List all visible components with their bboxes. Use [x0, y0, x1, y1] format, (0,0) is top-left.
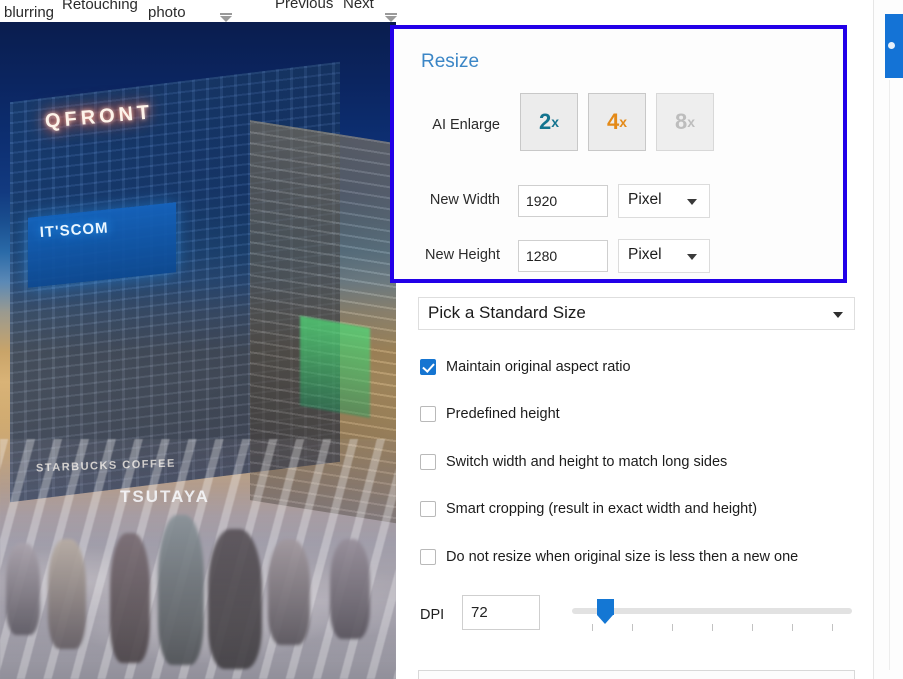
image-resize-app: blurring Retouching photo Previous Next …	[0, 0, 903, 679]
ai-enlarge-4x-button[interactable]: 4x	[588, 93, 646, 151]
checkbox-maintain-aspect-ratio[interactable]: Maintain original aspect ratio	[420, 357, 631, 377]
checkbox-icon[interactable]	[420, 406, 436, 422]
dpi-slider-thumb-tip	[597, 615, 613, 624]
checkbox-do-not-resize-smaller[interactable]: Do not resize when original size is less…	[420, 547, 798, 567]
new-height-unit-value: Pixel	[628, 246, 662, 264]
ai-enlarge-8x-number: 8	[675, 111, 687, 133]
new-height-label: New Height	[394, 247, 500, 263]
ai-enlarge-8x-suffix: x	[687, 115, 695, 129]
checkbox-label: Switch width and height to match long si…	[446, 454, 727, 470]
dpi-slider-ticks	[572, 624, 852, 634]
dpi-input[interactable]	[462, 595, 540, 630]
page-scrollbar[interactable]	[889, 80, 890, 670]
checkbox-label: Smart cropping (result in exact width an…	[446, 501, 757, 517]
resize-settings-panel: Resize AI Enlarge 2x 4x 8x New Width Pix…	[396, 22, 873, 679]
checkbox-smart-cropping[interactable]: Smart cropping (result in exact width an…	[420, 499, 757, 519]
preview-photo: QFRONT IT'SCOM STARBUCKS COFFEE TSUTAYA	[0, 22, 396, 679]
ai-enlarge-2x-suffix: x	[551, 115, 559, 129]
right-rail	[873, 0, 903, 679]
checkbox-label: Do not resize when original size is less…	[446, 549, 798, 565]
dpi-slider-tick	[632, 624, 633, 631]
new-height-input[interactable]	[518, 240, 608, 272]
ai-enlarge-4x-suffix: x	[619, 115, 627, 129]
dpi-slider-thumb-body	[597, 599, 614, 615]
chevron-down-icon	[833, 312, 843, 318]
top-nav-strip: blurring Retouching photo Previous Next	[0, 0, 903, 22]
checkbox-icon[interactable]	[420, 454, 436, 470]
nav-item-previous[interactable]: Previous	[275, 0, 333, 13]
dpi-slider-tick	[672, 624, 673, 631]
ai-enlarge-label: AI Enlarge	[404, 117, 500, 133]
checkbox-icon[interactable]	[420, 549, 436, 565]
image-preview-panel[interactable]: QFRONT IT'SCOM STARBUCKS COFFEE TSUTAYA	[0, 22, 396, 679]
new-width-unit-value: Pixel	[628, 191, 662, 209]
new-height-unit-select[interactable]: Pixel	[618, 239, 710, 273]
nav-item-next[interactable]: Next	[343, 0, 374, 13]
checkbox-label: Maintain original aspect ratio	[446, 359, 631, 375]
checkbox-predefined-height[interactable]: Predefined height	[420, 404, 560, 424]
bottom-partial-field[interactable]	[418, 670, 855, 679]
standard-size-select[interactable]: Pick a Standard Size	[418, 297, 855, 330]
dpi-slider-tick	[592, 624, 593, 631]
nav-item-photo[interactable]: photo	[148, 4, 186, 22]
dpi-slider[interactable]	[572, 602, 852, 640]
nav-item-blurring[interactable]: blurring	[4, 4, 54, 22]
ai-enlarge-2x-number: 2	[539, 111, 551, 133]
side-action-tab[interactable]	[885, 14, 903, 78]
checkbox-switch-width-height[interactable]: Switch width and height to match long si…	[420, 452, 727, 472]
nav-item-retouching[interactable]: Retouching	[62, 0, 138, 14]
dpi-slider-tick	[792, 624, 793, 631]
resize-section-title: Resize	[421, 51, 479, 73]
dpi-slider-tick	[752, 624, 753, 631]
dpi-slider-tick	[832, 624, 833, 631]
standard-size-value: Pick a Standard Size	[428, 303, 586, 323]
side-action-tab-indicator-icon	[888, 42, 895, 49]
chevron-down-icon	[687, 199, 697, 205]
ai-enlarge-2x-button[interactable]: 2x	[520, 93, 578, 151]
chevron-down-icon	[687, 254, 697, 260]
ai-enlarge-8x-button[interactable]: 8x	[656, 93, 714, 151]
checkbox-icon-checked[interactable]	[420, 359, 436, 375]
dpi-label: DPI	[420, 607, 444, 623]
resize-section-card: Resize AI Enlarge 2x 4x 8x New Width Pix…	[390, 25, 847, 283]
checkbox-icon[interactable]	[420, 501, 436, 517]
dpi-slider-tick	[712, 624, 713, 631]
new-width-label: New Width	[394, 192, 500, 208]
photo-haze-overlay	[0, 22, 396, 679]
new-width-input[interactable]	[518, 185, 608, 217]
ai-enlarge-4x-number: 4	[607, 111, 619, 133]
new-width-unit-select[interactable]: Pixel	[618, 184, 710, 218]
checkbox-label: Predefined height	[446, 406, 560, 422]
